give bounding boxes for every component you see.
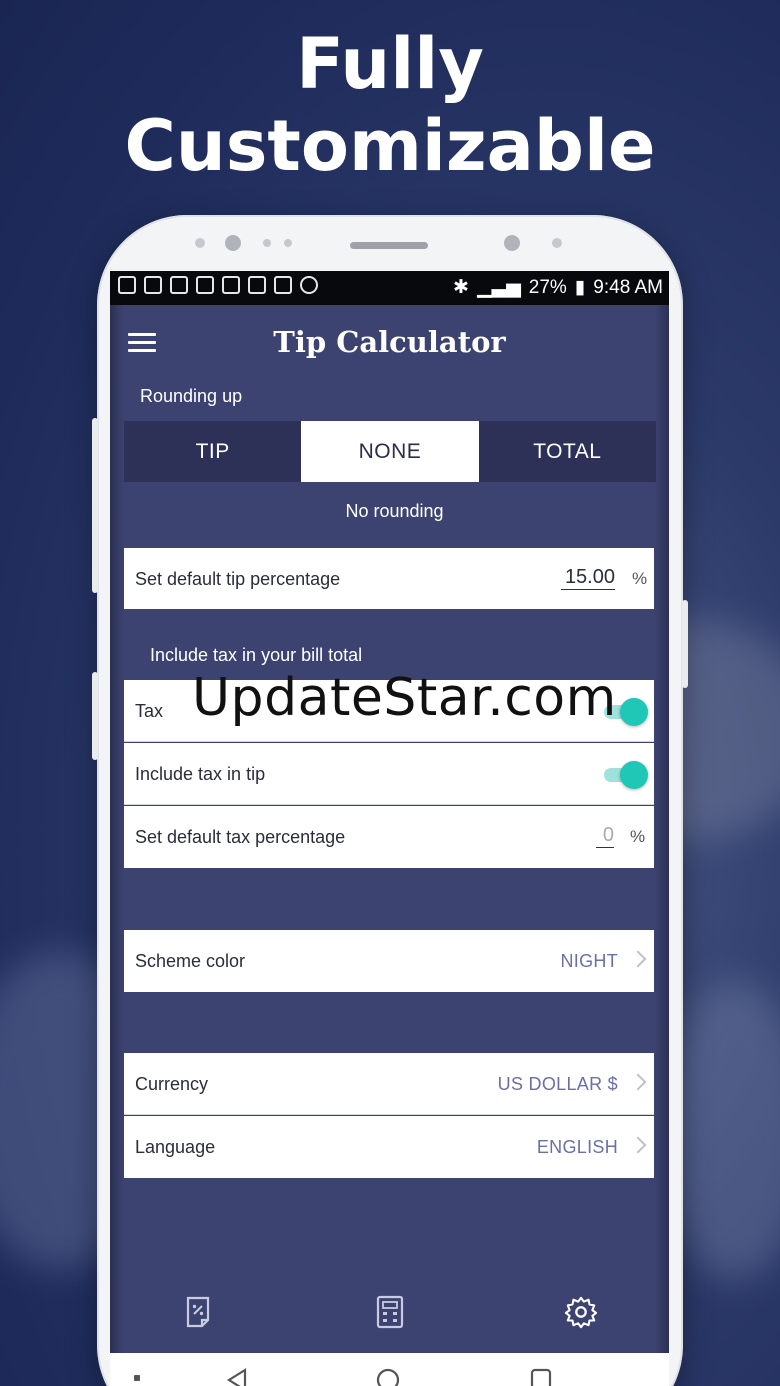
signal-icon: ▁▃▅ [476, 277, 521, 298]
image-icon [170, 276, 188, 294]
scheme-color-label: Scheme color [135, 951, 246, 971]
default-tax-unit: % [630, 827, 646, 846]
include-tax-in-tip-toggle[interactable] [604, 761, 648, 789]
phone-sensor [263, 239, 271, 247]
facebook-icon [118, 276, 136, 294]
rounding-option-none[interactable]: NONE [301, 421, 479, 482]
tax-label: Tax [135, 701, 164, 721]
app-screen: ✱ ▁▃▅ 27% ▮ 9:48 AM Tip Calculator Round… [110, 271, 669, 1386]
watermark-text: UpdateStar.com [192, 668, 617, 728]
rounding-segmented-control: TIP NONE TOTAL [124, 421, 656, 482]
phone-side-button [92, 418, 98, 593]
phone-front-camera [504, 235, 520, 251]
language-label: Language [135, 1137, 216, 1157]
currency-value: US DOLLAR $ [497, 1074, 618, 1094]
scheme-color-row[interactable]: Scheme color NIGHT [124, 930, 654, 992]
default-tax-row[interactable]: Set default tax percentage 0 % [124, 806, 654, 868]
chevron-right-icon [629, 950, 647, 968]
receipt-percent-icon[interactable] [183, 1295, 213, 1329]
rounding-option-tip[interactable]: TIP [124, 421, 301, 482]
app-bar: Tip Calculator [110, 305, 669, 385]
default-tax-label: Set default tax percentage [135, 827, 346, 847]
default-tip-label: Set default tip percentage [135, 569, 341, 589]
check-icon [144, 276, 162, 294]
screen-edge-shade [655, 305, 669, 1353]
rounding-option-total[interactable]: TOTAL [479, 421, 656, 482]
nav-dot [134, 1375, 140, 1381]
promo-headline-line2: Customizable [124, 105, 656, 187]
language-value: ENGLISH [536, 1137, 618, 1157]
rounding-section-label: Rounding up [140, 386, 243, 406]
chevron-right-icon [629, 1136, 647, 1154]
default-tax-input[interactable]: 0 [596, 824, 614, 848]
flipboard-icon [196, 276, 214, 294]
phone-sensor [195, 238, 205, 248]
settings-gear-icon[interactable] [563, 1295, 599, 1329]
tax-section-label: Include tax in your bill total [150, 645, 363, 665]
youtube-icon [274, 276, 292, 294]
screen-edge-shade [110, 305, 124, 1353]
lock-icon [248, 276, 266, 294]
promo-headline-line1: Fully [296, 23, 484, 105]
chevron-right-icon [629, 1073, 647, 1091]
bug-icon [222, 276, 240, 294]
status-bar: ✱ ▁▃▅ 27% ▮ 9:48 AM [110, 271, 669, 305]
back-icon[interactable] [225, 1367, 249, 1386]
default-tip-row[interactable]: Set default tip percentage 15.00 % [124, 548, 654, 609]
recents-icon[interactable] [529, 1367, 553, 1386]
bottom-navigation [110, 1275, 669, 1353]
phone-camera [225, 235, 241, 251]
phone-sensor [552, 238, 562, 248]
home-icon[interactable] [375, 1367, 401, 1386]
vpn-icon [300, 276, 318, 294]
status-right: ✱ ▁▃▅ 27% ▮ 9:48 AM [453, 276, 663, 299]
include-tax-in-tip-label: Include tax in tip [135, 764, 266, 784]
battery-percent: 27% [528, 276, 567, 298]
toggle-knob [620, 698, 648, 726]
notification-icons [118, 276, 318, 294]
calculator-icon[interactable] [375, 1295, 405, 1329]
currency-label: Currency [135, 1074, 209, 1094]
phone-sensor [284, 239, 292, 247]
toggle-knob [620, 761, 648, 789]
include-tax-in-tip-row[interactable]: Include tax in tip [124, 743, 654, 805]
app-title: Tip Calculator [273, 325, 506, 359]
scheme-color-value: NIGHT [560, 951, 618, 971]
system-navigation-bar [110, 1353, 669, 1386]
phone-side-button [92, 672, 98, 760]
battery-icon: ▮ [574, 277, 586, 298]
bluetooth-icon: ✱ [453, 277, 469, 298]
default-tip-input[interactable]: 15.00 [561, 566, 615, 590]
rounding-note: No rounding [345, 501, 444, 521]
default-tip-unit: % [632, 569, 648, 588]
phone-speaker [350, 242, 428, 249]
language-row[interactable]: Language ENGLISH [124, 1116, 654, 1178]
phone-side-button [682, 600, 688, 688]
currency-row[interactable]: Currency US DOLLAR $ [124, 1053, 654, 1115]
clock: 9:48 AM [593, 276, 663, 298]
